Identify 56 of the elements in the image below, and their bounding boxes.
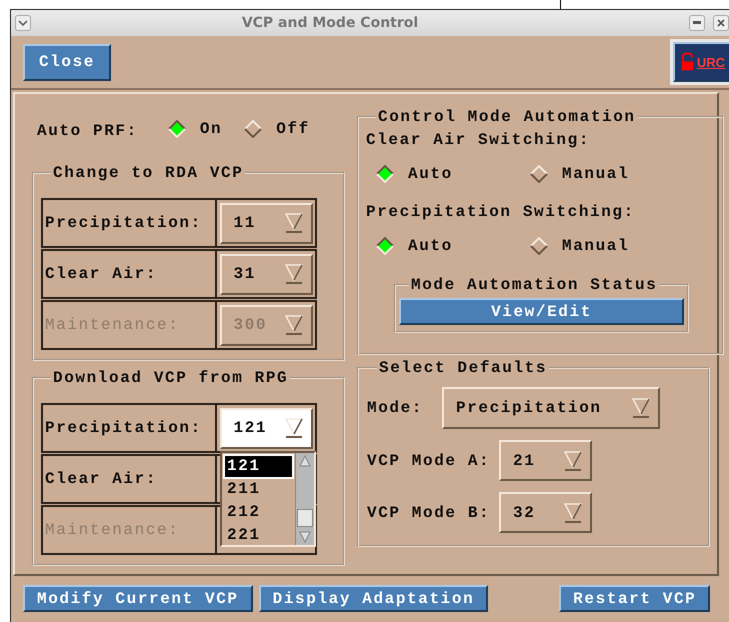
triangle-arrow-icon bbox=[564, 450, 582, 472]
radio-button[interactable]: Off bbox=[244, 120, 310, 138]
triangle-arrow-icon bbox=[284, 417, 302, 439]
radio-button[interactable]: Auto bbox=[376, 164, 453, 182]
radio-button[interactable]: Manual bbox=[530, 236, 630, 254]
list-item[interactable]: 212 bbox=[224, 501, 293, 524]
row-label: Precipitation: bbox=[41, 198, 217, 248]
radio-button[interactable]: On bbox=[168, 120, 222, 138]
scrollbar-thumb[interactable] bbox=[297, 509, 313, 527]
row-label: Maintenance: bbox=[41, 505, 217, 555]
view-edit-button[interactable]: View/Edit bbox=[399, 298, 684, 325]
minimize-icon bbox=[693, 21, 701, 25]
dropdown[interactable]: 32 bbox=[499, 492, 592, 533]
group-title: Change to RDA VCP bbox=[52, 164, 244, 182]
row-label: Precipitation: bbox=[41, 403, 217, 453]
window-title: VCP and Mode Control bbox=[240, 15, 420, 31]
radio-button[interactable]: Manual bbox=[530, 164, 630, 182]
group-title: Select Defaults bbox=[378, 359, 548, 377]
triangle-arrow-icon bbox=[284, 263, 302, 285]
action-button[interactable]: Restart VCP bbox=[559, 585, 710, 612]
list-item[interactable]: 221 bbox=[224, 524, 293, 547]
window-menu-button[interactable] bbox=[15, 15, 31, 31]
group-title: Mode Automation Status bbox=[410, 276, 658, 294]
field-label: VCP Mode B: bbox=[367, 504, 492, 522]
field-label: Mode: bbox=[367, 399, 424, 417]
list-item[interactable]: 121 bbox=[224, 455, 293, 478]
field-label: Clear Air Switching: bbox=[366, 130, 592, 151]
field-label: Auto PRF: bbox=[37, 122, 138, 140]
dropdown[interactable]: 121 bbox=[220, 408, 312, 448]
action-button[interactable]: Display Adaptation bbox=[258, 585, 488, 612]
row-label: Maintenance: bbox=[41, 300, 217, 350]
row-label: Clear Air: bbox=[41, 249, 217, 299]
close-window-button[interactable] bbox=[713, 15, 729, 31]
triangle-arrow-icon bbox=[564, 502, 582, 524]
field-label: VCP Mode A: bbox=[367, 452, 492, 470]
dropdown[interactable]: 11 bbox=[220, 202, 312, 244]
list-item[interactable]: 211 bbox=[224, 478, 293, 501]
row-label: Clear Air: bbox=[41, 454, 217, 504]
radio-button[interactable]: Auto bbox=[376, 236, 453, 254]
dropdown[interactable]: 31 bbox=[220, 254, 312, 294]
close-icon bbox=[717, 19, 725, 27]
close-button[interactable]: Close bbox=[23, 44, 111, 80]
triangle-arrow-icon bbox=[632, 397, 650, 419]
chevron-down-icon bbox=[18, 19, 28, 27]
field-label: Precipitation Switching: bbox=[366, 202, 636, 223]
triangle-arrow-icon bbox=[284, 212, 302, 234]
dropdown[interactable]: Precipitation bbox=[442, 387, 660, 429]
scroll-down-icon bbox=[299, 531, 311, 543]
scrollbar[interactable] bbox=[295, 453, 314, 545]
group-title: Download VCP from RPG bbox=[52, 369, 290, 387]
group-title: Control Mode Automation bbox=[377, 108, 637, 126]
dropdown[interactable]: 21 bbox=[499, 440, 592, 481]
minimize-button[interactable] bbox=[689, 15, 705, 31]
action-button[interactable]: Modify Current VCP bbox=[23, 585, 253, 612]
triangle-arrow-icon bbox=[284, 314, 302, 336]
scroll-up-icon bbox=[299, 455, 311, 467]
